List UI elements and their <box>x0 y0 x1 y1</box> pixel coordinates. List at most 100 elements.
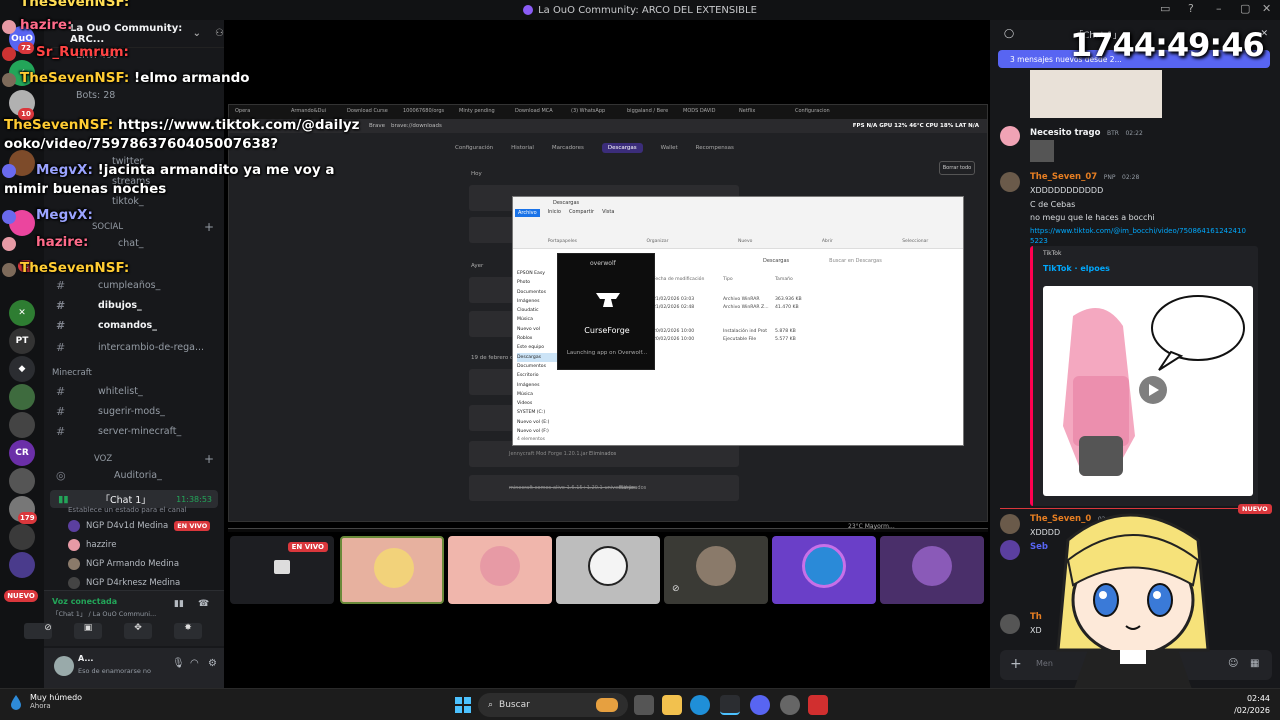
explorer-search[interactable]: Buscar en Descargas <box>829 258 882 264</box>
maximize-button[interactable]: ▢ <box>1240 2 1250 15</box>
discord-icon[interactable] <box>750 695 770 715</box>
add-member-icon[interactable]: ⚇ <box>215 28 224 39</box>
settings-gear-icon[interactable]: ⚙ <box>208 658 217 669</box>
headphones-icon[interactable]: ◠ <box>190 658 199 669</box>
system-clock[interactable]: 02:44 /02/2026 <box>1200 693 1270 717</box>
task-view-icon[interactable] <box>634 695 654 715</box>
participant-tile[interactable] <box>340 536 444 604</box>
tree-item[interactable]: Documentos <box>517 362 559 371</box>
browser-tab[interactable]: Configuracion <box>789 105 845 119</box>
download-name[interactable]: minecraft-comes-alive-1.6.15+1.20.1-univ… <box>509 485 635 491</box>
voice-user[interactable]: hazzire <box>68 539 218 551</box>
browser-tab[interactable]: Minty pending <box>453 105 509 119</box>
server-icon[interactable] <box>9 412 35 438</box>
nav-wallet[interactable]: Wallet <box>661 145 678 151</box>
nav-descargas[interactable]: Descargas <box>601 143 643 153</box>
nav-marcadores[interactable]: Marcadores <box>552 145 584 151</box>
channel-cumpleanos[interactable]: # cumpleaños_ <box>50 276 218 294</box>
channel-server-minecraft[interactable]: # server-minecraft_ <box>50 422 218 440</box>
channel-sugerir-mods[interactable]: # sugerir-mods_ <box>50 402 218 420</box>
add-channel-icon[interactable]: + <box>204 220 214 234</box>
soundboard-button[interactable]: ✸ <box>174 623 202 639</box>
windows-start-icon[interactable] <box>455 697 471 713</box>
browser-tab[interactable]: 100067680/orgs <box>397 105 453 119</box>
avatar[interactable] <box>1000 172 1020 192</box>
message-author[interactable]: Necesito trago <box>1030 128 1100 138</box>
participant-tile-stream[interactable]: EN VIVO <box>230 536 334 604</box>
avatar[interactable] <box>1000 540 1020 560</box>
channel-auditoria[interactable]: ◎ Auditoria_ <box>50 466 218 484</box>
participant-tile[interactable] <box>448 536 552 604</box>
sticker-image[interactable] <box>1030 140 1054 162</box>
minimize-button[interactable]: – <box>1216 2 1222 15</box>
image-attachment[interactable] <box>1030 70 1162 118</box>
tree-item[interactable]: Este equipo <box>517 343 559 352</box>
tree-item[interactable]: Imágenes <box>517 381 559 390</box>
close-window-button[interactable]: ✕ <box>1262 2 1271 15</box>
tree-item[interactable]: Imágenes <box>517 297 559 306</box>
browser-tab[interactable]: MODS DAVID <box>677 105 733 119</box>
tree-item[interactable]: Documentos <box>517 288 559 297</box>
tree-item[interactable]: Nuevo vol <box>517 325 559 334</box>
avatar[interactable] <box>1000 514 1020 534</box>
chevron-down-icon[interactable]: ⌄ <box>193 28 201 39</box>
browser-tab[interactable]: biggaland / Bere <box>621 105 677 119</box>
participant-tile[interactable]: ⊘ <box>664 536 768 604</box>
tree-item[interactable]: Música <box>517 315 559 324</box>
camera-off-button[interactable]: ⊘ <box>24 623 52 639</box>
voice-user[interactable]: NGP D4rknesz Medina <box>68 577 218 589</box>
column-header[interactable]: Tamaño <box>775 277 825 285</box>
channel-intercambio[interactable]: # intercambio-de-rega... <box>50 338 218 356</box>
server-icon[interactable] <box>9 552 35 578</box>
activities-button[interactable]: ✥ <box>124 623 152 639</box>
file-row[interactable]: 21/02/2026 03:03 Archivo WinRAR 363.936 … <box>653 297 953 305</box>
tree-item[interactable]: Roblox <box>517 334 559 343</box>
participant-tile[interactable] <box>772 536 876 604</box>
column-header[interactable]: Fecha de modificación <box>653 277 713 285</box>
tree-item[interactable]: Descargas <box>517 352 559 362</box>
ribbon-tab-archivo[interactable]: Archivo <box>515 209 540 217</box>
server-icon[interactable] <box>9 468 35 494</box>
download-row[interactable]: minecraft-comes-alive-1.6.15+1.20.1-univ… <box>469 475 739 501</box>
nav-configuracion[interactable]: Configuración <box>455 145 493 151</box>
tree-item[interactable]: Escritorio <box>517 371 559 380</box>
voice-user[interactable]: NGP Armando Medina <box>68 558 218 570</box>
file-row[interactable]: 20/02/2026 10:00 Ejecutable File 5.577 K… <box>653 337 953 345</box>
server-icon[interactable]: ✕ <box>9 300 35 326</box>
tree-item[interactable]: Música <box>517 390 559 399</box>
server-icon[interactable]: ◆ <box>9 356 35 382</box>
server-icon[interactable]: PT <box>9 328 35 354</box>
browser-tab[interactable]: (3) WhatsApp <box>565 105 621 119</box>
app-icon[interactable] <box>808 695 828 715</box>
voice-user[interactable]: NGP D4v1d Medina EN VIVO <box>68 520 218 532</box>
ribbon-tab-vista[interactable]: Vista <box>602 209 614 217</box>
server-icon[interactable]: CR <box>9 440 35 466</box>
help-icon[interactable]: ? <box>1188 2 1194 15</box>
tree-item[interactable]: Videos <box>517 399 559 408</box>
curseforge-taskbar-icon[interactable] <box>720 695 740 715</box>
ribbon-tab-inicio[interactable]: Inicio <box>548 209 561 217</box>
weather-widget[interactable]: Muy húmedo Ahora <box>10 693 82 710</box>
file-row[interactable]: 20/02/2026 10:00 Instalación ind Prot 5.… <box>653 329 953 337</box>
embed-image[interactable] <box>1043 286 1253 496</box>
tree-item[interactable]: EPSON Easy Photo <box>517 269 559 288</box>
add-channel-icon[interactable]: + <box>204 452 214 466</box>
message-link[interactable]: https://www.tiktok.com/@im_bocchi/video/… <box>1030 226 1262 246</box>
file-row[interactable]: 21/02/2026 02:48 Archivo WinRAR Z... 41.… <box>653 305 953 313</box>
download-name[interactable]: Jennycraft Mod Forge 1.20.1.jar <box>509 451 588 457</box>
voice-connected-sub[interactable]: 「Chat 1」 / La OuO Communi... <box>52 608 172 618</box>
participant-tile[interactable] <box>880 536 984 604</box>
taskbar-search[interactable]: ⌕ Buscar <box>478 693 628 717</box>
apps-icon[interactable]: ▦ <box>1250 658 1259 669</box>
screen-share-button[interactable]: ▣ <box>74 623 102 639</box>
voice-signal-icon[interactable]: ▮▮ <box>174 599 184 609</box>
category-minecraft[interactable]: Minecraft <box>52 368 92 378</box>
category-social[interactable]: SOCIAL <box>92 222 123 232</box>
avatar[interactable] <box>1000 126 1020 146</box>
avatar[interactable] <box>1000 614 1020 634</box>
embed-title[interactable]: TikTok · elpoes <box>1043 264 1110 273</box>
inbox-icon[interactable]: ▭ <box>1160 2 1170 15</box>
browser-tab[interactable]: Download MCA <box>509 105 565 119</box>
tree-item[interactable]: Cloudatic <box>517 306 559 315</box>
tree-item[interactable]: SYSTEM (C:) <box>517 408 559 417</box>
